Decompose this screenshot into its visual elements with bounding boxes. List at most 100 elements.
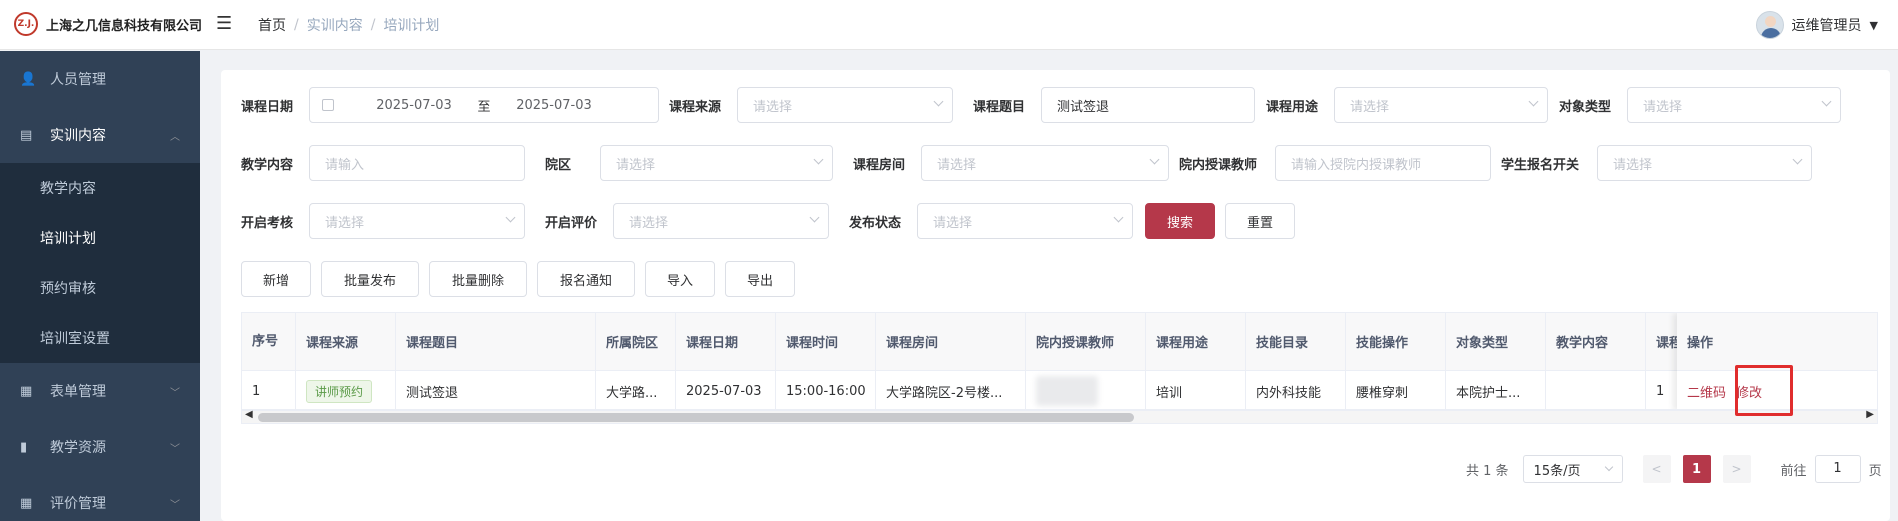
chevron-down-icon: [1149, 154, 1160, 165]
course-use-select[interactable]: 请选择: [1334, 87, 1548, 123]
sidebar-item-evaluation[interactable]: ▦ 评价管理 ﹀: [0, 475, 200, 521]
course-source-select[interactable]: 请选择: [737, 87, 953, 123]
page-suffix-label: 页: [1868, 463, 1882, 479]
col-use: 课程用途: [1146, 313, 1246, 370]
page-size-select[interactable]: 15条/页: [1522, 455, 1623, 483]
course-date-range[interactable]: 2025-07-03 至 2025-07-03: [309, 87, 659, 123]
redacted-teacher: [1036, 376, 1098, 406]
eval-select[interactable]: 请选择: [613, 203, 829, 239]
sidebar-item-training-content[interactable]: ▤ 实训内容 ︿: [0, 107, 200, 163]
sidebar-subitem-room-settings[interactable]: 培训室设置: [0, 313, 200, 363]
cell-index: 1: [242, 371, 296, 409]
eval-placeholder: 请选择: [629, 215, 669, 231]
chevron-down-icon: [505, 212, 516, 223]
user-icon: 👤: [20, 71, 37, 87]
scrollbar-thumb[interactable]: [258, 413, 1134, 422]
teacher-label: 院内授课教师: [1179, 157, 1258, 173]
sidebar-item-label: 评价管理: [50, 496, 106, 512]
chevron-down-icon: ﹀: [170, 387, 180, 399]
scroll-left-icon[interactable]: ◀: [245, 409, 253, 420]
breadcrumb-separator: /: [370, 17, 376, 33]
sidebar-item-label: 人员管理: [50, 72, 106, 88]
date-start[interactable]: 2025-07-03: [364, 98, 464, 113]
batch-publish-button[interactable]: 批量发布: [321, 261, 419, 297]
sidebar: 👤 人员管理 ▤ 实训内容 ︿ 教学内容 培训计划 预约审核 培训室设置 ▦ 表…: [0, 51, 200, 521]
sidebar-item-personnel[interactable]: 👤 人员管理: [0, 51, 200, 107]
import-button[interactable]: 导入: [645, 261, 715, 297]
goto-page-input[interactable]: 1: [1814, 455, 1861, 483]
table-row[interactable]: 1 讲师预约 测试签退 大学路... 2025-07-03 15:00-16:0…: [242, 371, 1746, 409]
course-use-label: 课程用途: [1266, 99, 1319, 115]
campus-select[interactable]: 请选择: [600, 145, 833, 181]
user-name[interactable]: 运维管理员: [1792, 15, 1862, 35]
enroll-notice-button[interactable]: 报名通知: [537, 261, 635, 297]
sidebar-subitem-teaching-content[interactable]: 教学内容: [0, 163, 200, 213]
prev-page-button[interactable]: <: [1642, 455, 1671, 483]
qrcode-link[interactable]: 二维码: [1687, 382, 1726, 401]
user-menu[interactable]: 运维管理员 ▼: [1755, 11, 1878, 39]
publish-select[interactable]: 请选择: [917, 203, 1133, 239]
cell-teacher: [1026, 371, 1146, 409]
cell-date: 2025-07-03: [676, 371, 776, 409]
teacher-input[interactable]: 请输入授院内授课教师: [1275, 145, 1491, 181]
scroll-right-icon[interactable]: ▶: [1866, 409, 1874, 420]
exam-select[interactable]: 请选择: [309, 203, 525, 239]
sidebar-subitem-booking-review[interactable]: 预约审核: [0, 263, 200, 313]
target-type-placeholder: 请选择: [1643, 99, 1683, 115]
submenu-training-content: 教学内容 培训计划 预约审核 培训室设置: [0, 163, 200, 363]
page-1-button[interactable]: 1: [1682, 455, 1711, 483]
col-index: 序号: [242, 313, 296, 370]
room-placeholder: 请选择: [937, 157, 977, 173]
enroll-switch-label: 学生报名开关: [1501, 157, 1580, 173]
col-skill-operation: 技能操作: [1346, 313, 1446, 370]
breadcrumb-training-content: 实训内容: [306, 18, 363, 34]
page-size-value: 15条/页: [1533, 463, 1581, 479]
add-button[interactable]: 新增: [241, 261, 311, 297]
breadcrumb-training-plan: 培训计划: [383, 18, 440, 34]
company-logo[interactable]: Z.J. 上海之几信息科技有限公司: [14, 12, 202, 36]
batch-delete-button[interactable]: 批量删除: [429, 261, 527, 297]
next-page-button[interactable]: >: [1722, 455, 1751, 483]
reset-button[interactable]: 重置: [1225, 203, 1295, 239]
sidebar-item-teaching-resources[interactable]: ▮ 教学资源 ﹀: [0, 419, 200, 475]
teacher-placeholder: 请输入授院内授课教师: [1291, 157, 1422, 173]
exam-label: 开启考核: [241, 215, 294, 231]
table-horizontal-scrollbar[interactable]: ◀ ▶: [241, 409, 1878, 424]
breadcrumb-home[interactable]: 首页: [258, 15, 286, 35]
avatar[interactable]: [1755, 11, 1784, 39]
course-title-label: 课程题目: [973, 99, 1026, 115]
cell-use: 培训: [1146, 371, 1246, 409]
sidebar-item-form-management[interactable]: ▦ 表单管理 ﹀: [0, 363, 200, 419]
sidebar-item-label: 实训内容: [50, 128, 106, 144]
training-plan-table: 序号 课程来源 课程题目 所属院区 课程日期 课程时间 课程房间 院内授课教师 …: [241, 312, 1878, 410]
enroll-switch-select[interactable]: 请选择: [1597, 145, 1812, 181]
date-end[interactable]: 2025-07-03: [504, 98, 604, 113]
target-type-select[interactable]: 请选择: [1627, 87, 1841, 123]
col-teacher: 院内授课教师: [1026, 313, 1146, 370]
export-button[interactable]: 导出: [725, 261, 795, 297]
cell-title: 测试签退: [396, 371, 596, 409]
chevron-down-icon: [813, 154, 824, 165]
col-time: 课程时间: [776, 313, 876, 370]
teaching-content-input[interactable]: 请输入: [309, 145, 525, 181]
chevron-down-icon: [933, 96, 944, 107]
course-title-value: 测试签退: [1057, 99, 1110, 115]
sidebar-subitem-training-plan[interactable]: 培训计划: [0, 213, 200, 263]
sidebar-item-label: 教学资源: [50, 440, 106, 456]
course-title-input[interactable]: 测试签退: [1041, 87, 1255, 123]
cell-skill-catalog: 内外科技能: [1246, 371, 1346, 409]
course-source-placeholder: 请选择: [753, 99, 793, 115]
table-header: 序号 课程来源 课程题目 所属院区 课程日期 课程时间 课程房间 院内授课教师 …: [242, 313, 1746, 371]
cell-source: 讲师预约: [296, 371, 396, 409]
caret-down-icon[interactable]: ▼: [1870, 19, 1878, 32]
room-select[interactable]: 请选择: [921, 145, 1169, 181]
chevron-up-icon: ︿: [170, 131, 180, 143]
date-range-separator: 至: [477, 99, 491, 115]
chevron-down-icon: [1113, 212, 1124, 223]
search-button[interactable]: 搜索: [1145, 203, 1215, 239]
chevron-down-icon: [1604, 462, 1613, 472]
resource-icon: ▮: [20, 439, 28, 455]
col-skill-catalog: 技能目录: [1246, 313, 1346, 370]
evaluation-icon: ▦: [20, 495, 33, 511]
menu-toggle-icon[interactable]: ☰: [216, 13, 236, 35]
